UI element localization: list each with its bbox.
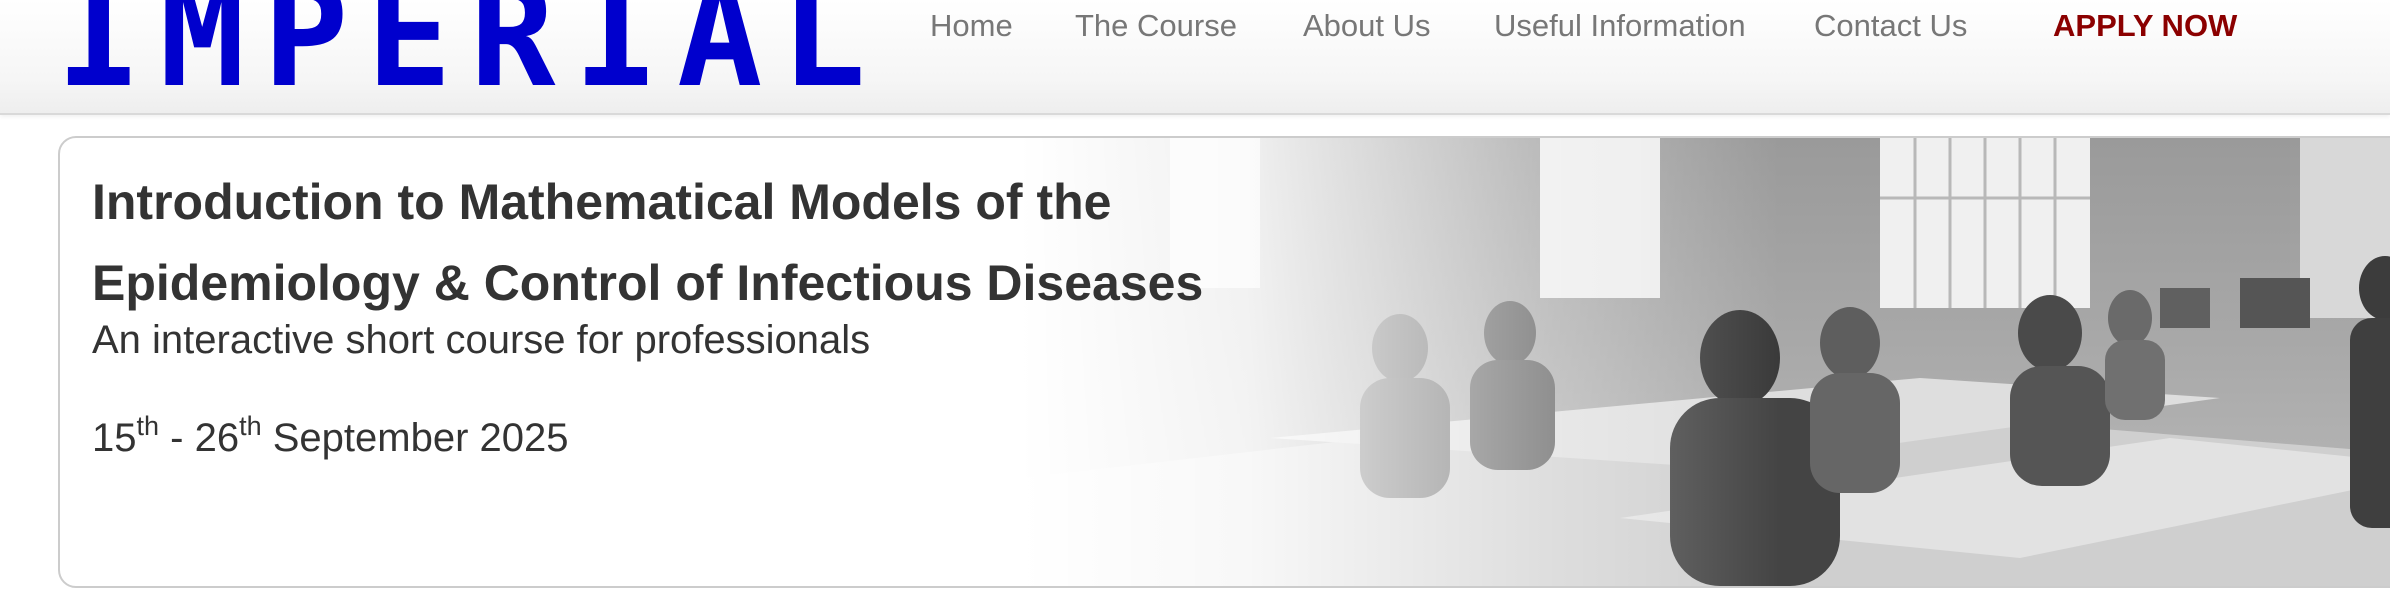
start-day: 15 (92, 416, 137, 460)
nav-useful-information[interactable]: Useful Information (1494, 8, 1746, 44)
course-title-line2: Epidemiology & Control of Infectious Dis… (92, 255, 1204, 311)
start-day-suffix: th (136, 411, 160, 441)
imperial-logo[interactable]: IMPERIAL (56, 0, 884, 108)
end-day: 26 (194, 416, 240, 460)
nav-about-us[interactable]: About Us (1303, 8, 1431, 44)
site-header: IMPERIAL Home The Course About Us Useful… (0, 0, 2390, 115)
course-dates: 15th - 26th September 2025 (92, 411, 569, 461)
course-title-line1: Introduction to Mathematical Models of t… (92, 174, 1112, 230)
course-subtitle: An interactive short course for professi… (92, 318, 871, 362)
month-year: September 2025 (261, 416, 569, 460)
nav-the-course[interactable]: The Course (1075, 8, 1237, 44)
nav-contact-us[interactable]: Contact Us (1814, 8, 1967, 44)
end-day-suffix: th (239, 411, 262, 441)
course-title: Introduction to Mathematical Models of t… (92, 162, 1492, 324)
apply-now-button[interactable]: APPLY NOW (2053, 8, 2237, 44)
nav-home[interactable]: Home (930, 8, 1013, 44)
date-separator: - (159, 416, 195, 460)
